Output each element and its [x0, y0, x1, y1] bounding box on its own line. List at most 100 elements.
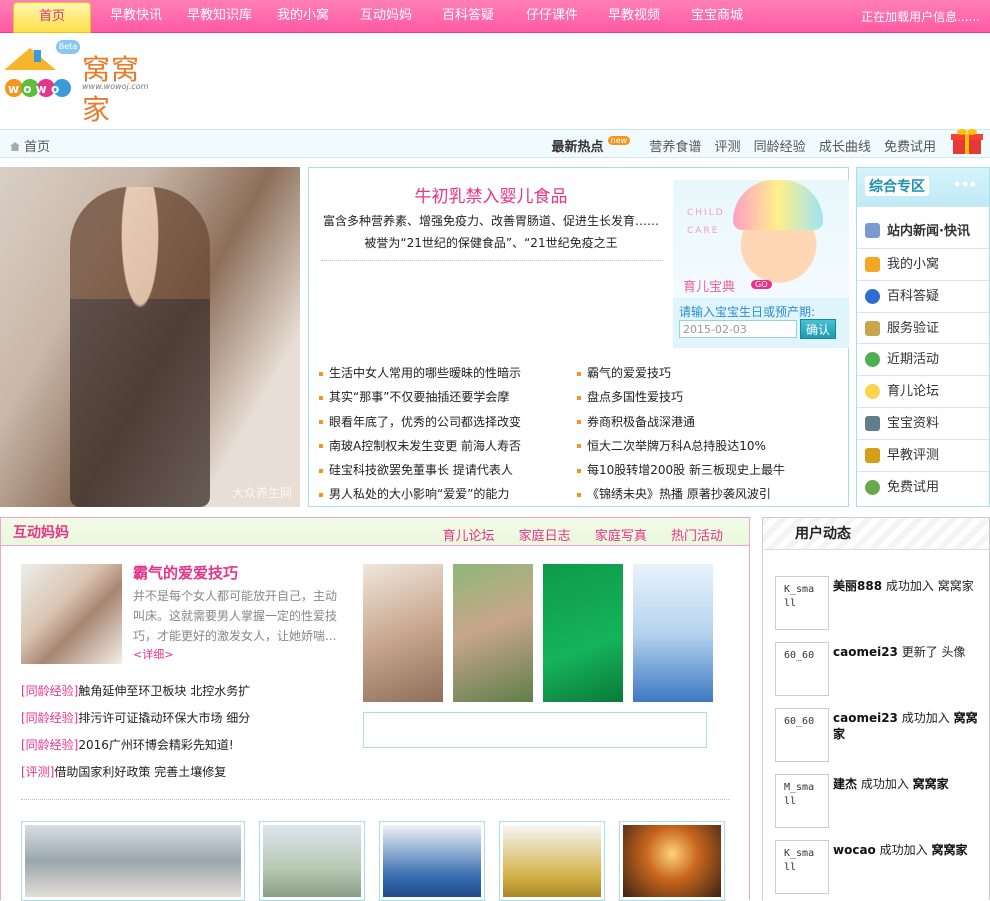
sidebar-item-events[interactable]: 近期活动 [857, 343, 989, 375]
list-item[interactable]: 生活中女人常用的哪些暧昧的性暗示 [319, 361, 579, 385]
username[interactable]: caomei23 [833, 711, 898, 725]
list-item[interactable]: 男人私处的大小影响“爱爱”的能力 [319, 482, 579, 506]
nav-home[interactable]: 首页 [13, 2, 91, 33]
baby-guide-image[interactable]: CHILD CARE 育儿宝典 GO [673, 180, 849, 298]
tab-diary[interactable]: 家庭日志 [519, 529, 571, 544]
tab-photos[interactable]: 家庭写真 [595, 529, 647, 544]
hot-link-experience[interactable]: 同龄经验 [754, 140, 806, 155]
promo-title[interactable]: 牛初乳禁入婴儿食品 [309, 182, 673, 207]
nav-knowledge[interactable]: 早教知识库 [187, 0, 252, 32]
list-item[interactable]: 《锦绣未央》热播 原著抄袭风波引 [577, 482, 837, 506]
section-title: 互动妈妈 [13, 525, 69, 541]
list-item[interactable]: [同龄经验]排污许可证撬动环保大市场 细分 [21, 705, 351, 732]
hot-topics-title: 最新热点 [551, 140, 604, 155]
user-dynamics-header: 用户动态 [763, 518, 989, 550]
username[interactable]: caomei23 [833, 645, 898, 659]
experience-list: [同龄经验]触角延伸至环卫板块 北控水务扩 [同龄经验]排污许可证撬动环保大市场… [21, 678, 351, 786]
activity-target[interactable]: 窝窝家 [938, 579, 974, 593]
go-badge: GO [751, 280, 772, 289]
sidebar-item-baby-info[interactable]: 宝宝资料 [857, 406, 989, 439]
nav-shop[interactable]: 宝宝商城 [691, 0, 743, 32]
sidebar-item-news[interactable]: 站内新闻·快讯 [857, 206, 989, 248]
section-tabs: 育儿论坛 家庭日志 家庭写真 热门活动 [423, 525, 723, 544]
nav-mama[interactable]: 互动妈妈 [360, 0, 412, 32]
activity-text: 建杰 成功加入 窝窝家 [833, 776, 981, 792]
add-user-icon [865, 479, 880, 495]
breadcrumb-bar: 首页 最新热点 new 营养食谱 评测 同龄经验 成长曲线 免费试用 [0, 129, 990, 158]
bottom-thumbnail-5[interactable] [619, 821, 725, 901]
avatar[interactable]: K_small [775, 576, 829, 630]
list-item[interactable]: 其实“那事”不仅要抽插还要学会摩 [319, 385, 579, 409]
confirm-button[interactable]: 确认 [800, 319, 836, 339]
avatar[interactable]: 60_60 [775, 708, 829, 762]
thumbnail-ferris-wheel[interactable] [543, 564, 623, 702]
list-item[interactable]: [同龄经验]2016广州环博会精彩先知道! [21, 732, 351, 759]
item-tag: [评测] [21, 765, 55, 779]
feature-title[interactable]: 霸气的爱爱技巧 [133, 562, 238, 583]
thumbnail-couple-2[interactable] [453, 564, 533, 702]
promo-description: 富含多种营养素、增强免疫力、改善胃肠道、促进生长发育…… 被誉为“21世纪的保健… [309, 210, 673, 254]
child-care-text: CHILD CARE [687, 208, 725, 236]
list-item[interactable]: 恒大二次举牌万科A总持股达10% [577, 434, 837, 458]
list-item[interactable]: [评测]借助国家利好政策 完善土壤修复 [21, 759, 351, 786]
hot-link-review[interactable]: 评测 [715, 140, 741, 155]
thumbnail-letter-a[interactable] [633, 564, 713, 702]
user-activity-row: M_small 建杰 成功加入 窝窝家 [775, 774, 987, 828]
list-item[interactable]: 霸气的爱爱技巧 [577, 361, 837, 385]
avatar[interactable]: 60_60 [775, 642, 829, 696]
banner-image[interactable]: 大众养生网 [0, 167, 300, 507]
avatar[interactable]: M_small [775, 774, 829, 828]
birthday-input[interactable] [679, 320, 797, 338]
new-badge: new [607, 136, 631, 145]
sidebar-item-label: 宝宝资料 [887, 415, 940, 431]
nav-early-news[interactable]: 早教快讯 [110, 0, 162, 32]
list-item[interactable]: 券商积极备战深港通 [577, 410, 837, 434]
list-item[interactable]: 南玻A控制权未发生变更 前海人寿否 [319, 434, 579, 458]
tab-activities[interactable]: 热门活动 [671, 529, 723, 544]
avatar[interactable]: K_small [775, 840, 829, 894]
feature-image[interactable] [21, 564, 122, 664]
sidebar-item-service[interactable]: 服务验证 [857, 311, 989, 344]
hot-link-growth-curve[interactable]: 成长曲线 [819, 140, 871, 155]
list-item[interactable]: [同龄经验]触角延伸至环卫板块 北控水务扩 [21, 678, 351, 705]
thumbnail-couple-1[interactable] [363, 564, 443, 702]
promo-desc-line-1: 富含多种营养素、增强免疫力、改善胃肠道、促进生长发育…… [322, 214, 659, 228]
nav-my-nest[interactable]: 我的小窝 [277, 0, 329, 32]
list-item[interactable]: 眼看年底了，优秀的公司都选择改变 [319, 410, 579, 434]
activity-target[interactable]: 窝窝家 [931, 843, 967, 857]
nav-video[interactable]: 早教视频 [608, 0, 660, 32]
tree-icon [865, 352, 880, 368]
baby-hat [733, 180, 823, 230]
nav-courseware[interactable]: 仔仔课件 [526, 0, 578, 32]
bottom-thumbnail-2[interactable] [259, 821, 365, 901]
bottom-thumbnail-3[interactable] [379, 821, 485, 901]
gift-icon[interactable] [950, 126, 984, 156]
sidebar-item-review[interactable]: 早教评测 [857, 438, 989, 471]
username[interactable]: 建杰 [833, 777, 857, 791]
activity-target[interactable]: 窝窝家 [913, 777, 949, 791]
list-item[interactable]: 盘点多国性爱技巧 [577, 385, 837, 409]
divider [321, 260, 663, 261]
sidebar-item-my-nest[interactable]: 我的小窝 [857, 248, 989, 280]
username[interactable]: wocao [833, 843, 876, 857]
tab-forum[interactable]: 育儿论坛 [443, 529, 495, 544]
bottom-thumbnail-1[interactable] [21, 821, 245, 901]
activity-text: wocao 成功加入 窝窝家 [833, 842, 981, 858]
nav-encyclopedia[interactable]: 百科答疑 [442, 0, 494, 32]
list-item[interactable]: 每10股转增200股 新三板现史上最牛 [577, 458, 837, 482]
birthday-form: 请输入宝宝生日或预产期: 确认 [673, 298, 849, 348]
sidebar-item-forum[interactable]: 育儿论坛 [857, 375, 989, 407]
sidebar-item-label: 服务验证 [887, 320, 940, 336]
feature-more-link[interactable]: <详细> [133, 646, 173, 662]
site-logo[interactable]: w o w o Beta 窝窝家 www.wowoj.com [0, 40, 166, 126]
hot-link-recipes[interactable]: 营养食谱 [649, 140, 701, 155]
sidebar-item-encyclopedia[interactable]: 百科答疑 [857, 279, 989, 312]
breadcrumb-home[interactable]: 首页 [10, 136, 50, 155]
activity-action: 成功加入 [875, 843, 932, 857]
list-item[interactable]: 硅宝科技欲罢免董事长 提请代表人 [319, 458, 579, 482]
hot-link-free-trial[interactable]: 免费试用 [884, 140, 936, 155]
bottom-thumbnail-4[interactable] [499, 821, 605, 901]
username[interactable]: 美丽888 [833, 579, 882, 593]
user-dynamics-panel: 用户动态 K_small 美丽888 成功加入 窝窝家 60_60 caomei… [762, 517, 990, 900]
sidebar-item-free-trial[interactable]: 免费试用 [857, 470, 989, 503]
